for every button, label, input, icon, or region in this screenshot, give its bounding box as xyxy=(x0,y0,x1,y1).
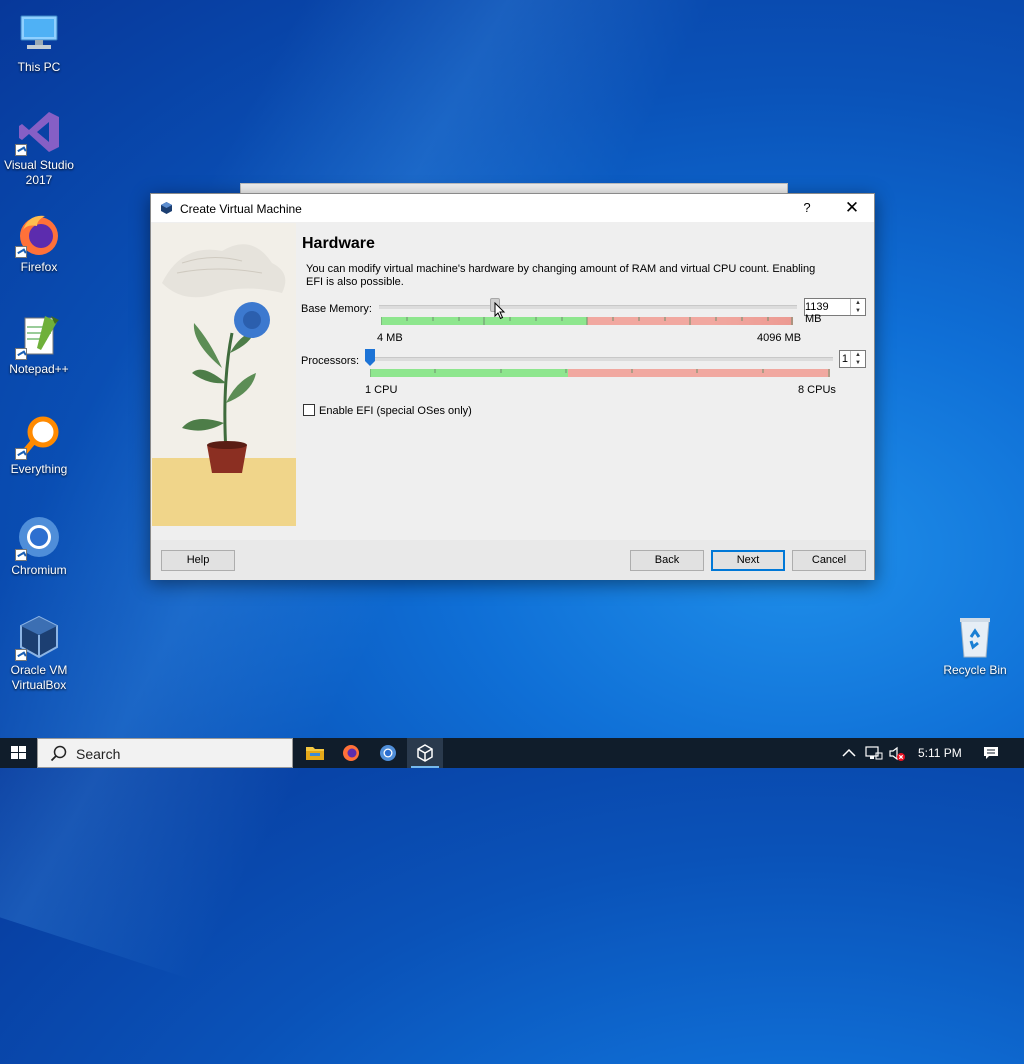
desktop-icon-label: Everything xyxy=(10,462,68,476)
desktop-icon-recycle-bin[interactable]: Recycle Bin xyxy=(936,613,1014,678)
create-vm-dialog: Create Virtual Machine ? ✕ Hardware You … xyxy=(150,193,875,580)
desktop-icon-label: This PC xyxy=(17,60,61,74)
shortcut-arrow-icon xyxy=(15,144,27,156)
taskbar-search-box[interactable]: Search xyxy=(37,738,293,768)
help-button[interactable]: Help xyxy=(161,550,235,571)
chevron-down-icon[interactable]: ▼ xyxy=(851,359,865,367)
next-button[interactable]: Next xyxy=(711,550,785,571)
everything-search-icon xyxy=(15,412,63,460)
chevron-down-icon[interactable]: ▼ xyxy=(851,307,865,315)
file-explorer-icon xyxy=(306,747,324,760)
enable-efi-checkbox[interactable] xyxy=(303,404,315,416)
close-button[interactable]: ✕ xyxy=(841,197,863,219)
start-button[interactable] xyxy=(0,738,37,768)
processors-max-label: 8 CPUs xyxy=(798,384,836,396)
desktop-icon-chromium[interactable]: Chromium xyxy=(0,513,78,578)
processors-value: 1 xyxy=(841,353,848,365)
processors-scale xyxy=(370,369,830,377)
desktop-icon-label: Firefox xyxy=(20,260,58,274)
wizard-illustration xyxy=(152,223,296,526)
cancel-button[interactable]: Cancel xyxy=(792,550,866,571)
base-memory-spinbox[interactable]: 1139 MB ▲ ▼ xyxy=(804,298,866,325)
shortcut-arrow-icon xyxy=(15,348,27,360)
shortcut-arrow-icon xyxy=(15,246,27,258)
base-memory-slider[interactable] xyxy=(379,305,797,309)
notepad-plus-plus-icon xyxy=(15,312,63,360)
processors-slider-thumb[interactable] xyxy=(365,349,375,367)
chromium-icon xyxy=(380,745,396,761)
virtualbox-icon xyxy=(161,202,172,214)
action-center-icon[interactable] xyxy=(983,746,999,761)
search-icon xyxy=(50,745,67,762)
back-button[interactable]: Back xyxy=(630,550,704,571)
base-memory-label: Base Memory: xyxy=(301,303,372,315)
enable-efi-label[interactable]: Enable EFI (special OSes only) xyxy=(319,405,472,417)
desktop-icon-this-pc[interactable]: This PC xyxy=(0,10,78,75)
base-memory-value: 1139 MB xyxy=(805,301,829,325)
desktop-icon-label: Oracle VM VirtualBox xyxy=(10,663,68,692)
processors-min-label: 1 CPU xyxy=(365,384,398,396)
taskbar: Search 5:11 PM xyxy=(0,738,1024,768)
processors-label: Processors: xyxy=(301,355,360,367)
dialog-footer: Help Back Next Cancel xyxy=(151,540,874,580)
page-heading: Hardware xyxy=(302,235,375,252)
shortcut-arrow-icon xyxy=(15,649,27,661)
base-memory-min-label: 4 MB xyxy=(377,332,403,344)
desktop-icon-firefox[interactable]: Firefox xyxy=(0,210,78,275)
shortcut-arrow-icon xyxy=(15,448,27,460)
firefox-icon xyxy=(15,210,63,258)
visual-studio-icon xyxy=(15,108,63,156)
taskbar-virtualbox[interactable] xyxy=(407,738,443,768)
volume-muted-icon[interactable] xyxy=(888,746,906,762)
computer-icon xyxy=(15,10,63,58)
search-placeholder: Search xyxy=(76,746,121,762)
desktop-icon-label: Visual Studio 2017 xyxy=(4,158,74,187)
chevron-up-icon[interactable]: ▲ xyxy=(851,299,865,307)
virtualbox-icon xyxy=(15,613,63,661)
base-memory-stepper[interactable]: ▲ ▼ xyxy=(850,299,865,315)
clock[interactable]: 5:11 PM xyxy=(918,746,962,760)
taskbar-firefox[interactable] xyxy=(333,738,369,768)
processors-slider[interactable] xyxy=(369,357,833,361)
desktop-icon-label: Recycle Bin xyxy=(943,663,1007,677)
chevron-up-icon[interactable]: ▲ xyxy=(851,351,865,359)
mouse-cursor-icon xyxy=(494,302,506,320)
dialog-title: Create Virtual Machine xyxy=(180,202,302,216)
desktop-icon-everything[interactable]: Everything xyxy=(0,412,78,477)
desktop-icon-visual-studio[interactable]: Visual Studio 2017 xyxy=(0,108,78,188)
dialog-titlebar[interactable]: Create Virtual Machine ? ✕ xyxy=(151,194,874,222)
desktop-icon-label: Notepad++ xyxy=(9,362,69,376)
context-help-button[interactable]: ? xyxy=(796,197,818,219)
page-description: You can modify virtual machine's hardwar… xyxy=(306,263,816,288)
taskbar-file-explorer[interactable] xyxy=(297,738,333,768)
chevron-up-icon[interactable] xyxy=(842,747,856,759)
recycle-bin-icon xyxy=(951,613,999,661)
virtualbox-icon xyxy=(417,744,433,762)
desktop-icon-notepad-plus-plus[interactable]: Notepad++ xyxy=(0,312,78,377)
processors-spinbox[interactable]: 1 ▲ ▼ xyxy=(839,350,866,368)
processors-stepper[interactable]: ▲ ▼ xyxy=(850,351,865,367)
chromium-icon xyxy=(15,513,63,561)
network-icon[interactable] xyxy=(865,746,883,760)
taskbar-chromium[interactable] xyxy=(370,738,406,768)
shortcut-arrow-icon xyxy=(15,549,27,561)
base-memory-max-label: 4096 MB xyxy=(757,332,802,344)
base-memory-scale xyxy=(381,317,793,325)
desktop-icon-label: Chromium xyxy=(11,563,67,577)
firefox-icon xyxy=(343,745,359,761)
windows-logo-icon xyxy=(11,746,26,759)
desktop-icon-virtualbox[interactable]: Oracle VM VirtualBox xyxy=(0,613,78,693)
